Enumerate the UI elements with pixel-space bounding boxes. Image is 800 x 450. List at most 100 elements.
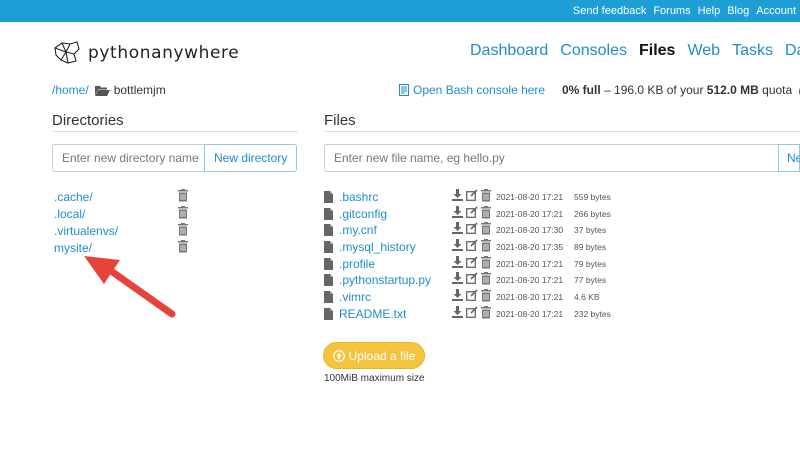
directories-title: Directories xyxy=(52,112,124,129)
nav-data[interactable]: Data xyxy=(785,42,800,60)
file-modified-date: 2021-08-20 17:21 xyxy=(496,258,564,269)
edit-icon[interactable] xyxy=(466,289,478,302)
file-link[interactable]: .my.cnf xyxy=(339,223,377,237)
new-directory-button[interactable]: New directory xyxy=(204,144,298,172)
directories-divider xyxy=(52,131,298,132)
trash-icon[interactable] xyxy=(481,272,491,285)
edit-icon[interactable] xyxy=(466,272,478,285)
trash-icon[interactable] xyxy=(178,223,188,241)
directory-link[interactable]: mysite/ xyxy=(54,241,92,255)
list-item: .profile 2021-08-20 17:21 79 bytes xyxy=(324,255,624,273)
file-link[interactable]: .pythonstartup.py xyxy=(339,273,431,287)
nav-tasks[interactable]: Tasks xyxy=(732,42,773,60)
trash-icon[interactable] xyxy=(178,206,188,224)
folder-open-icon xyxy=(94,85,110,96)
list-item: .virtualenvs/ xyxy=(54,223,194,240)
file-link[interactable]: .bashrc xyxy=(339,190,378,204)
file-size: 266 bytes xyxy=(574,208,611,219)
nav-files[interactable]: Files xyxy=(639,42,675,60)
trash-icon[interactable] xyxy=(481,205,491,219)
files-title: Files xyxy=(324,112,356,129)
logo[interactable]: pythonanywhere xyxy=(52,40,239,66)
trash-icon[interactable] xyxy=(178,189,188,207)
help-link[interactable]: Help xyxy=(698,5,721,17)
file-actions xyxy=(452,222,491,235)
breadcrumb-current: bottlemjm xyxy=(113,83,166,97)
list-item: .cache/ xyxy=(54,189,194,206)
list-item: README.txt 2021-08-20 17:21 232 bytes xyxy=(324,305,624,325)
file-link[interactable]: .gitconfig xyxy=(339,207,387,221)
nav-consoles[interactable]: Consoles xyxy=(560,42,627,60)
trash-icon[interactable] xyxy=(178,240,188,258)
file-actions xyxy=(452,255,491,269)
download-icon[interactable] xyxy=(452,189,463,202)
file-link[interactable]: .profile xyxy=(339,257,375,271)
file-modified-date: 2021-08-20 17:21 xyxy=(496,308,564,319)
directory-link[interactable]: .cache/ xyxy=(54,190,93,204)
file-icon xyxy=(324,307,333,325)
edit-icon[interactable] xyxy=(466,206,478,219)
send-feedback-link[interactable]: Send feedback xyxy=(573,5,646,17)
trash-icon[interactable] xyxy=(481,189,491,202)
nav-dashboard[interactable]: Dashboard xyxy=(470,42,548,60)
forums-link[interactable]: Forums xyxy=(653,5,690,17)
breadcrumb-home-link[interactable]: /home/ xyxy=(52,83,89,97)
download-icon[interactable] xyxy=(452,205,463,219)
upload-circle-icon xyxy=(332,349,345,362)
quota-used: 196.0 KB xyxy=(614,83,664,97)
trash-icon[interactable] xyxy=(481,255,491,269)
file-actions xyxy=(452,189,491,202)
quota-total: 512.0 MB xyxy=(706,83,759,97)
edit-icon[interactable] xyxy=(466,222,478,235)
file-modified-date: 2021-08-20 17:21 xyxy=(496,192,564,202)
python-logo-icon xyxy=(54,41,80,64)
open-bash-console-label: Open Bash console here xyxy=(413,83,546,97)
download-icon[interactable] xyxy=(452,222,463,235)
upload-file-button[interactable]: Upload a file xyxy=(323,342,425,369)
file-actions xyxy=(452,205,491,219)
file-actions xyxy=(452,239,491,252)
list-item: .local/ xyxy=(54,206,194,223)
edit-icon[interactable] xyxy=(466,306,478,319)
nav-web[interactable]: Web xyxy=(687,42,720,60)
download-icon[interactable] xyxy=(452,255,463,269)
file-link[interactable]: .vimrc xyxy=(339,290,371,304)
logo-text: pythonanywhere xyxy=(88,43,240,63)
directory-link[interactable]: .virtualenvs/ xyxy=(54,224,118,238)
open-bash-console-link[interactable]: Open Bash console here xyxy=(399,83,545,97)
new-directory-form: Enter new directory name New directory xyxy=(52,144,298,172)
blog-link[interactable]: Blog xyxy=(727,5,749,17)
download-icon[interactable] xyxy=(452,289,463,302)
file-size: 77 bytes xyxy=(574,275,607,286)
edit-icon[interactable] xyxy=(466,189,478,202)
account-link[interactable]: Account xyxy=(756,5,796,17)
file-size: 232 bytes xyxy=(574,308,611,319)
list-item: .vimrc 2021-08-20 17:21 4.6 KB xyxy=(324,289,624,306)
terminal-icon xyxy=(399,84,409,96)
file-actions xyxy=(452,289,491,302)
download-icon[interactable] xyxy=(452,272,463,285)
download-icon[interactable] xyxy=(452,239,463,252)
trash-icon[interactable] xyxy=(481,239,491,252)
files-divider xyxy=(324,131,800,132)
directory-link[interactable]: .local/ xyxy=(54,207,85,221)
top-bar: Send feedback Forums Help Blog Account xyxy=(0,0,800,22)
new-file-input[interactable]: Enter new file name, eg hello.py xyxy=(324,144,778,172)
upload-size-note: 100MiB maximum size xyxy=(324,373,425,384)
list-item: .bashrc 2021-08-20 17:21 559 bytes xyxy=(324,189,624,206)
download-icon[interactable] xyxy=(452,305,463,319)
new-file-button[interactable]: New xyxy=(778,144,800,172)
directory-list: .cache/ .local/ .virtualenvs/ mysite/ xyxy=(54,189,194,257)
edit-icon[interactable] xyxy=(466,239,478,252)
trash-icon[interactable] xyxy=(481,222,491,235)
new-directory-input[interactable]: Enter new directory name xyxy=(52,144,204,172)
file-actions xyxy=(452,272,491,285)
file-link[interactable]: .mysql_history xyxy=(339,240,416,254)
trash-icon[interactable] xyxy=(481,289,491,302)
list-item: .pythonstartup.py 2021-08-20 17:21 77 byte… xyxy=(324,272,624,289)
top-links: Send feedback Forums Help Blog Account xyxy=(566,0,796,22)
file-size: 89 bytes xyxy=(574,242,607,253)
file-link[interactable]: README.txt xyxy=(339,307,406,321)
trash-icon[interactable] xyxy=(481,305,491,319)
edit-icon[interactable] xyxy=(466,256,478,269)
